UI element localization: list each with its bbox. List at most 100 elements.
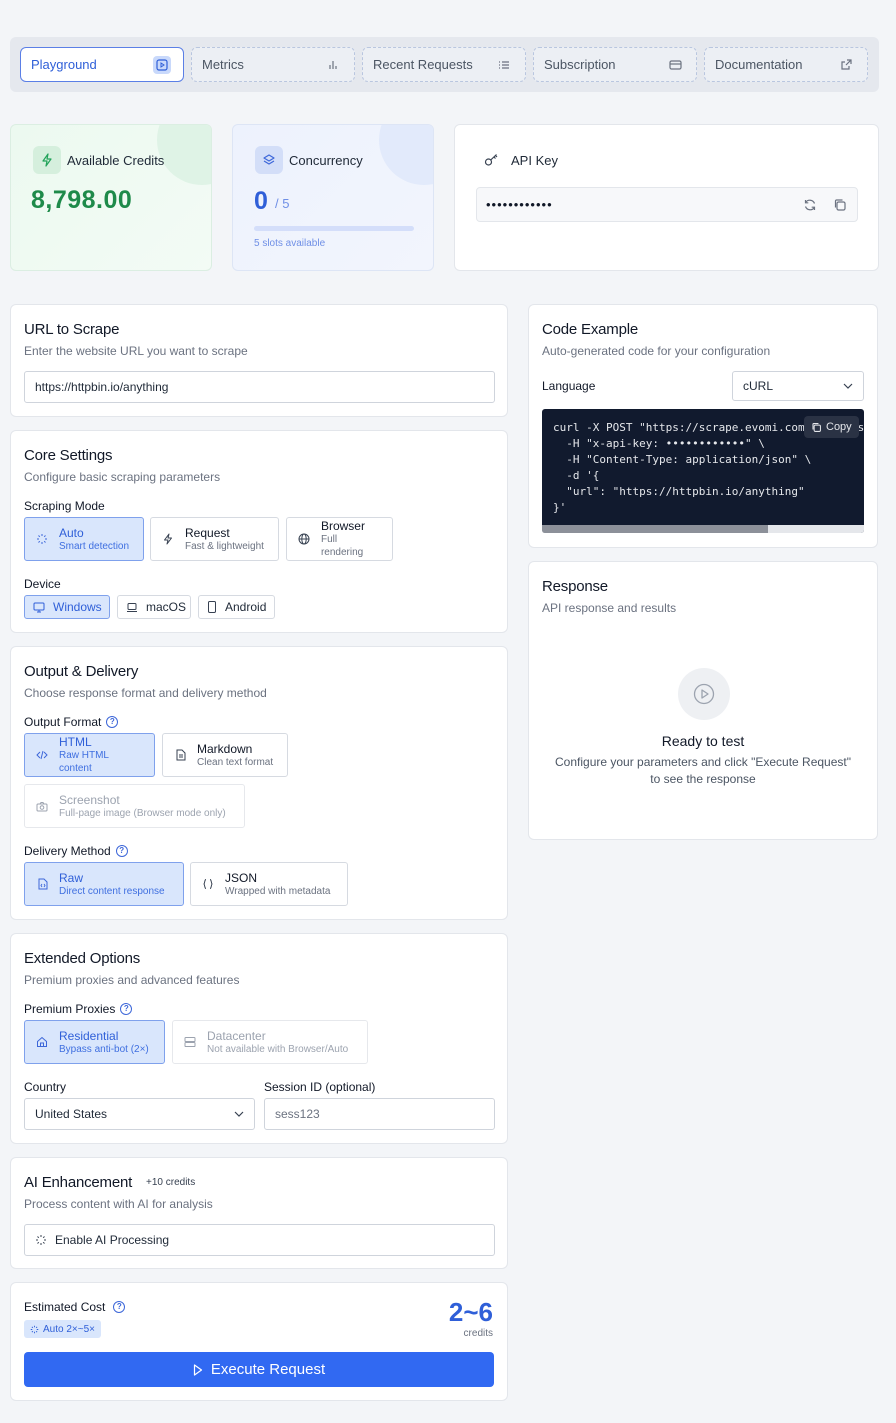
api-key-field[interactable]: •••••••••••• xyxy=(476,187,858,222)
list-icon xyxy=(495,56,513,74)
cost-value: 2~6 xyxy=(448,1297,493,1327)
delivery-json-option[interactable]: JSON Wrapped with metadata xyxy=(190,862,348,906)
mode-auto-option[interactable]: Auto Smart detection xyxy=(24,517,144,561)
tab-label: Documentation xyxy=(715,57,803,72)
tab-documentation[interactable]: Documentation xyxy=(704,47,868,82)
url-subtitle: Enter the website URL you want to scrape xyxy=(24,344,248,358)
language-label: Language xyxy=(542,379,596,393)
option-subtitle: Bypass anti-bot (2×) xyxy=(59,1043,149,1055)
execute-label: Execute Request xyxy=(210,1361,326,1378)
extended-subtitle: Premium proxies and advanced features xyxy=(24,973,240,987)
layers-icon xyxy=(255,146,283,174)
option-subtitle: Wrapped with metadata xyxy=(225,885,331,897)
device-macos-chip[interactable]: macOS xyxy=(117,595,191,619)
copy-label: Copy xyxy=(826,421,852,433)
ai-credits-badge: +10 credits xyxy=(146,1177,196,1188)
code-block[interactable]: curl -X POST "https://scrape.evomi.com/a… xyxy=(542,409,864,533)
chevron-down-icon xyxy=(234,1111,244,1117)
ai-subtitle: Process content with AI for analysis xyxy=(24,1197,213,1211)
proxy-residential-option[interactable]: Residential Bypass anti-bot (2×) xyxy=(24,1020,165,1064)
option-title: Browser xyxy=(320,519,365,533)
device-windows-chip[interactable]: Windows xyxy=(24,595,110,619)
delivery-method-label: Delivery Method? xyxy=(24,844,128,858)
tab-label: Metrics xyxy=(202,57,244,72)
url-card: URL to Scrape Enter the website URL you … xyxy=(10,304,508,417)
option-title: Datacenter xyxy=(207,1028,266,1043)
response-empty-text-2: to see the response xyxy=(650,772,756,786)
url-input[interactable]: https://httpbin.io/anything xyxy=(24,371,495,403)
execute-request-button[interactable]: Execute Request xyxy=(24,1352,494,1387)
help-icon[interactable]: ? xyxy=(113,1300,126,1313)
sparkles-icon xyxy=(35,1234,47,1246)
format-html-option[interactable]: HTML Raw HTML content xyxy=(24,733,155,777)
play-circle-icon xyxy=(678,668,730,720)
delivery-raw-option[interactable]: Raw Direct content response xyxy=(24,862,184,906)
refresh-icon[interactable] xyxy=(803,198,817,212)
response-title: Response xyxy=(542,578,608,595)
format-markdown-option[interactable]: Markdown Clean text format xyxy=(162,733,288,777)
concurrency-note: 5 slots available xyxy=(254,238,326,249)
code-scrollbar[interactable] xyxy=(542,525,864,533)
home-icon xyxy=(35,1036,49,1048)
country-select[interactable]: United States xyxy=(24,1098,255,1130)
extended-card: Extended Options Premium proxies and adv… xyxy=(10,933,508,1144)
option-subtitle: Fast & lightweight xyxy=(185,540,264,552)
api-key-value: •••••••••••• xyxy=(486,197,553,212)
delivery-method-text: Delivery Method xyxy=(24,844,111,858)
mode-browser-option[interactable]: Browser Full rendering xyxy=(286,517,393,561)
help-icon[interactable]: ? xyxy=(106,715,119,728)
phone-icon xyxy=(207,601,217,613)
chip-label: Android xyxy=(225,600,267,614)
country-label: Country xyxy=(24,1080,67,1094)
enable-ai-label: Enable AI Processing xyxy=(55,1233,170,1247)
mode-request-option[interactable]: Request Fast & lightweight xyxy=(150,517,279,561)
help-icon[interactable]: ? xyxy=(115,844,128,857)
external-link-icon xyxy=(837,56,855,74)
option-title: HTML xyxy=(58,735,92,749)
cost-mode-text: Auto 2×~5× xyxy=(43,1323,95,1335)
premium-proxies-text: Premium Proxies xyxy=(24,1002,116,1016)
concurrency-title: Concurrency xyxy=(289,153,363,168)
chip-label: macOS xyxy=(146,600,187,614)
output-subtitle: Choose response format and delivery meth… xyxy=(24,686,267,700)
monitor-icon xyxy=(33,602,45,613)
option-subtitle: Full-page image (Browser mode only) xyxy=(59,807,226,819)
copy-icon xyxy=(811,422,822,433)
tab-recent-requests[interactable]: Recent Requests xyxy=(362,47,526,82)
tab-metrics[interactable]: Metrics xyxy=(191,47,355,82)
laptop-icon xyxy=(126,602,138,613)
tab-bar: Playground Metrics Recent Requests Subsc… xyxy=(10,37,879,92)
device-android-chip[interactable]: Android xyxy=(198,595,275,619)
copy-code-button[interactable]: Copy xyxy=(804,416,859,438)
language-select[interactable]: cURL xyxy=(732,371,864,401)
enable-ai-button[interactable]: Enable AI Processing xyxy=(24,1224,495,1256)
concurrency-value: 0 xyxy=(254,187,268,215)
bar-chart-icon xyxy=(324,56,342,74)
tab-subscription[interactable]: Subscription xyxy=(533,47,697,82)
response-empty-text-1: Configure your parameters and click "Exe… xyxy=(555,755,851,769)
globe-icon xyxy=(297,533,311,545)
option-subtitle: Smart detection xyxy=(59,540,130,552)
code-title: Code Example xyxy=(542,321,638,338)
language-value: cURL xyxy=(743,379,774,393)
estimated-cost-text: Estimated Cost xyxy=(24,1300,106,1314)
copy-icon[interactable] xyxy=(833,198,847,212)
output-title: Output & Delivery xyxy=(24,663,139,680)
decor-circle xyxy=(379,125,433,185)
ai-title: AI Enhancement xyxy=(24,1174,133,1191)
play-square-icon xyxy=(153,55,171,74)
tab-playground[interactable]: Playground xyxy=(20,47,184,82)
tab-label: Subscription xyxy=(544,57,616,72)
scrollbar-thumb[interactable] xyxy=(542,525,768,533)
code-icon xyxy=(35,749,49,761)
help-icon[interactable]: ? xyxy=(120,1002,133,1015)
proxy-datacenter-option: Datacenter Not available with Browser/Aut… xyxy=(172,1020,368,1064)
ai-card: AI Enhancement +10 credits Process conte… xyxy=(10,1157,508,1269)
option-title: Residential xyxy=(59,1028,119,1043)
decor-circle xyxy=(157,125,211,185)
output-card: Output & Delivery Choose response format… xyxy=(10,646,508,920)
response-subtitle: API response and results xyxy=(542,601,677,615)
option-subtitle: Full rendering xyxy=(320,534,364,558)
session-id-input[interactable]: sess123 xyxy=(264,1098,495,1130)
concurrency-max: / 5 xyxy=(275,196,290,211)
